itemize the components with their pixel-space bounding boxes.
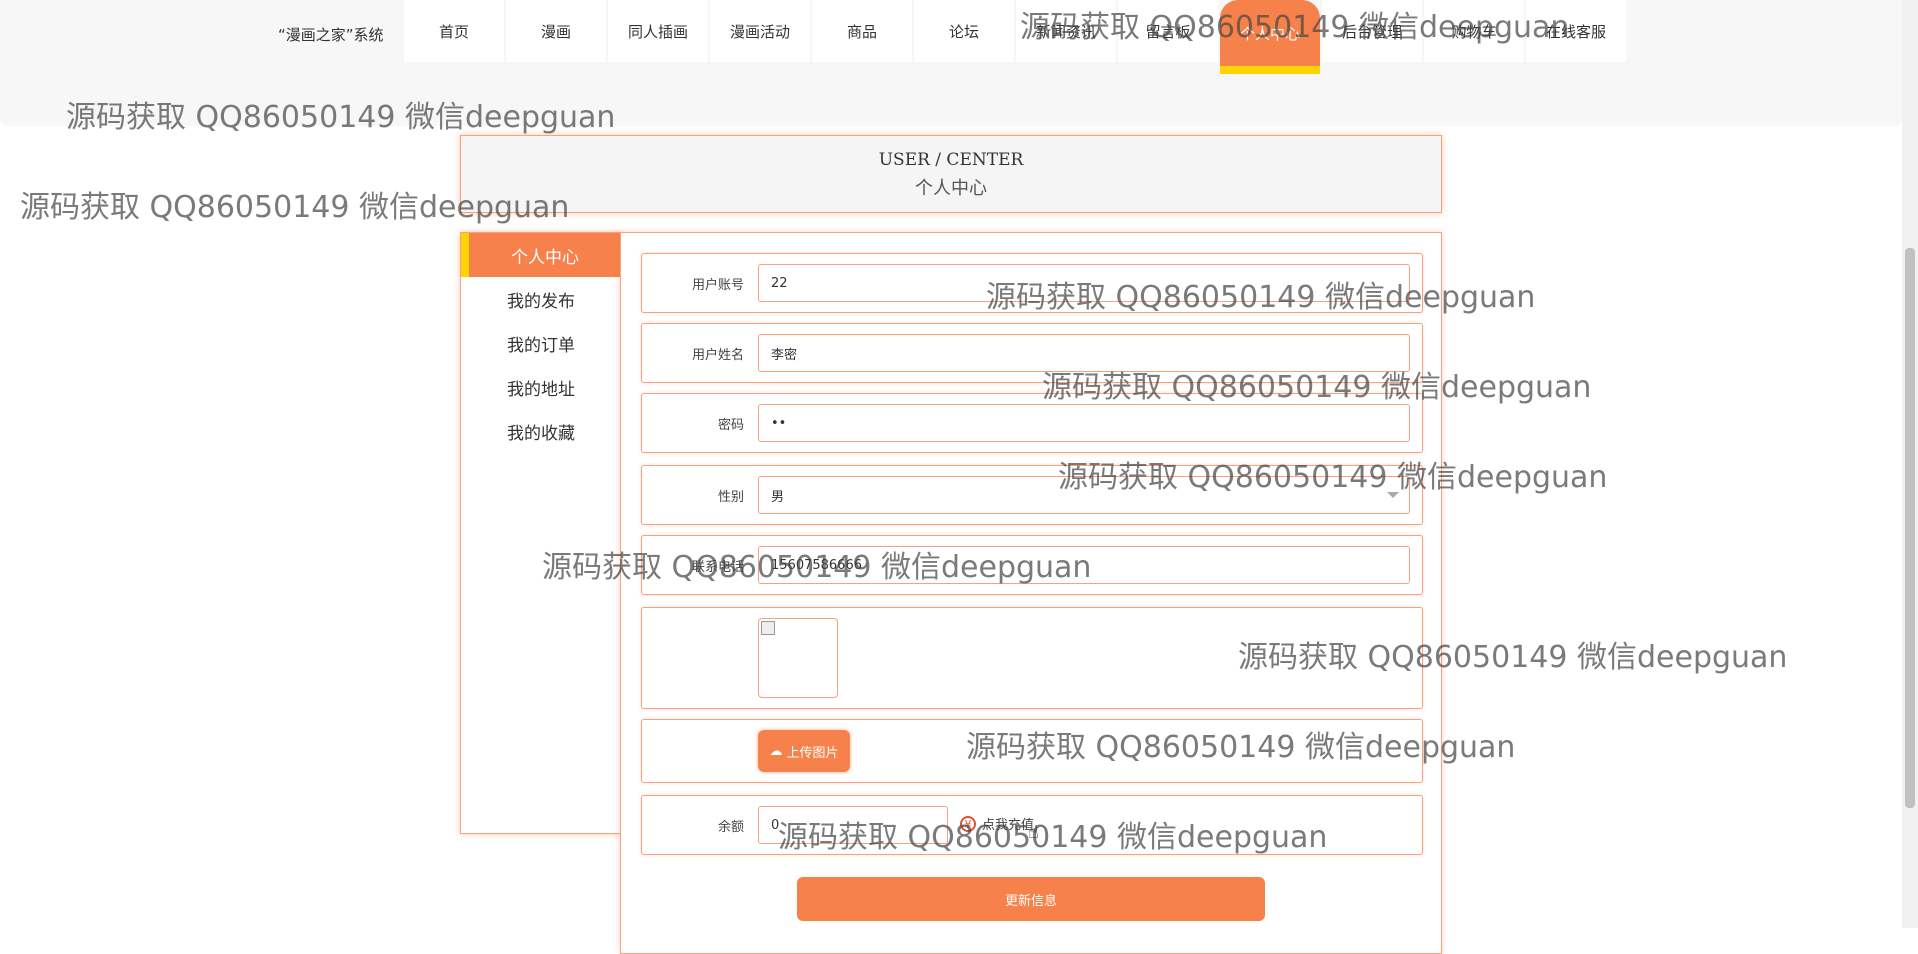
main-nav: 首页 漫画 同人插画 漫画活动 商品 论坛 新闻资讯 留言板 个人中心 后台管理… (404, 0, 1628, 74)
phone-label: 联系电话 (691, 560, 744, 575)
recharge-button[interactable]: ¥ 点我充值 (960, 814, 1034, 833)
avatar-row (641, 607, 1423, 709)
profile-form: 用户账号 22 用户姓名 李密 密码 •• 性别 男 联系电话 15607586… (620, 232, 1442, 954)
password-label: 密码 (717, 418, 744, 433)
page-title-en: USER / CENTER (878, 150, 1024, 170)
name-input[interactable]: 李密 (758, 334, 1410, 372)
page-scrollbar[interactable] (1902, 0, 1918, 928)
nav-forum[interactable]: 论坛 (914, 0, 1014, 62)
sidebar-item-user-center[interactable]: 个人中心 (461, 233, 621, 277)
brand-title: “漫画之家”系统 (278, 26, 384, 44)
broken-image-icon (761, 621, 775, 635)
balance-input[interactable]: 0 (758, 806, 948, 844)
sidebar-item-my-address[interactable]: 我的地址 (461, 365, 621, 409)
gender-select[interactable]: 男 (758, 476, 1410, 514)
phone-row: 联系电话 15607586666 (641, 535, 1423, 595)
nav-fan-art[interactable]: 同人插画 (608, 0, 708, 62)
nav-events[interactable]: 漫画活动 (710, 0, 810, 62)
account-label: 用户账号 (691, 278, 744, 293)
chevron-down-icon (1387, 492, 1399, 498)
sidebar: 个人中心 我的发布 我的订单 我的地址 我的收藏 (460, 232, 622, 834)
password-row: 密码 •• (641, 393, 1423, 453)
sidebar-item-my-orders[interactable]: 我的订单 (461, 321, 621, 365)
nav-goods[interactable]: 商品 (812, 0, 912, 62)
nav-user-center[interactable]: 个人中心 (1220, 0, 1320, 74)
password-input[interactable]: •• (758, 404, 1410, 442)
account-input[interactable]: 22 (758, 264, 1410, 302)
gender-row: 性别 男 (641, 465, 1423, 525)
avatar (758, 618, 838, 698)
page-title: 个人中心 (915, 178, 987, 199)
nav-cart[interactable]: 购物车 (1424, 0, 1524, 62)
nav-support[interactable]: 在线客服 (1526, 0, 1626, 62)
upload-row: ☁ 上传图片 (641, 719, 1423, 783)
page-title-box: USER / CENTER 个人中心 (460, 135, 1442, 213)
update-info-button[interactable]: 更新信息 (797, 877, 1265, 921)
name-row: 用户姓名 李密 (641, 323, 1423, 383)
nav-comics[interactable]: 漫画 (506, 0, 606, 62)
pointer-cursor-icon: ☝ (1028, 822, 1039, 843)
sidebar-item-my-favorites[interactable]: 我的收藏 (461, 409, 621, 453)
gender-label: 性别 (717, 490, 744, 505)
gender-value: 男 (771, 489, 785, 505)
cloud-upload-icon: ☁ (769, 743, 783, 759)
recharge-label: 点我充值 (982, 818, 1035, 833)
phone-input[interactable]: 15607586666 (758, 546, 1410, 584)
nav-admin[interactable]: 后台管理 (1322, 0, 1422, 62)
recharge-icon: ¥ (960, 815, 976, 832)
nav-news[interactable]: 新闻资讯 (1016, 0, 1116, 62)
balance-label: 余额 (717, 820, 744, 835)
scrollbar-thumb[interactable] (1905, 248, 1915, 808)
name-label: 用户姓名 (691, 348, 744, 363)
account-row: 用户账号 22 (641, 253, 1423, 313)
nav-message-board[interactable]: 留言板 (1118, 0, 1218, 62)
upload-button-label: 上传图片 (786, 745, 839, 761)
upload-image-button[interactable]: ☁ 上传图片 (758, 730, 850, 772)
sidebar-item-my-posts[interactable]: 我的发布 (461, 277, 621, 321)
nav-home[interactable]: 首页 (404, 0, 504, 62)
